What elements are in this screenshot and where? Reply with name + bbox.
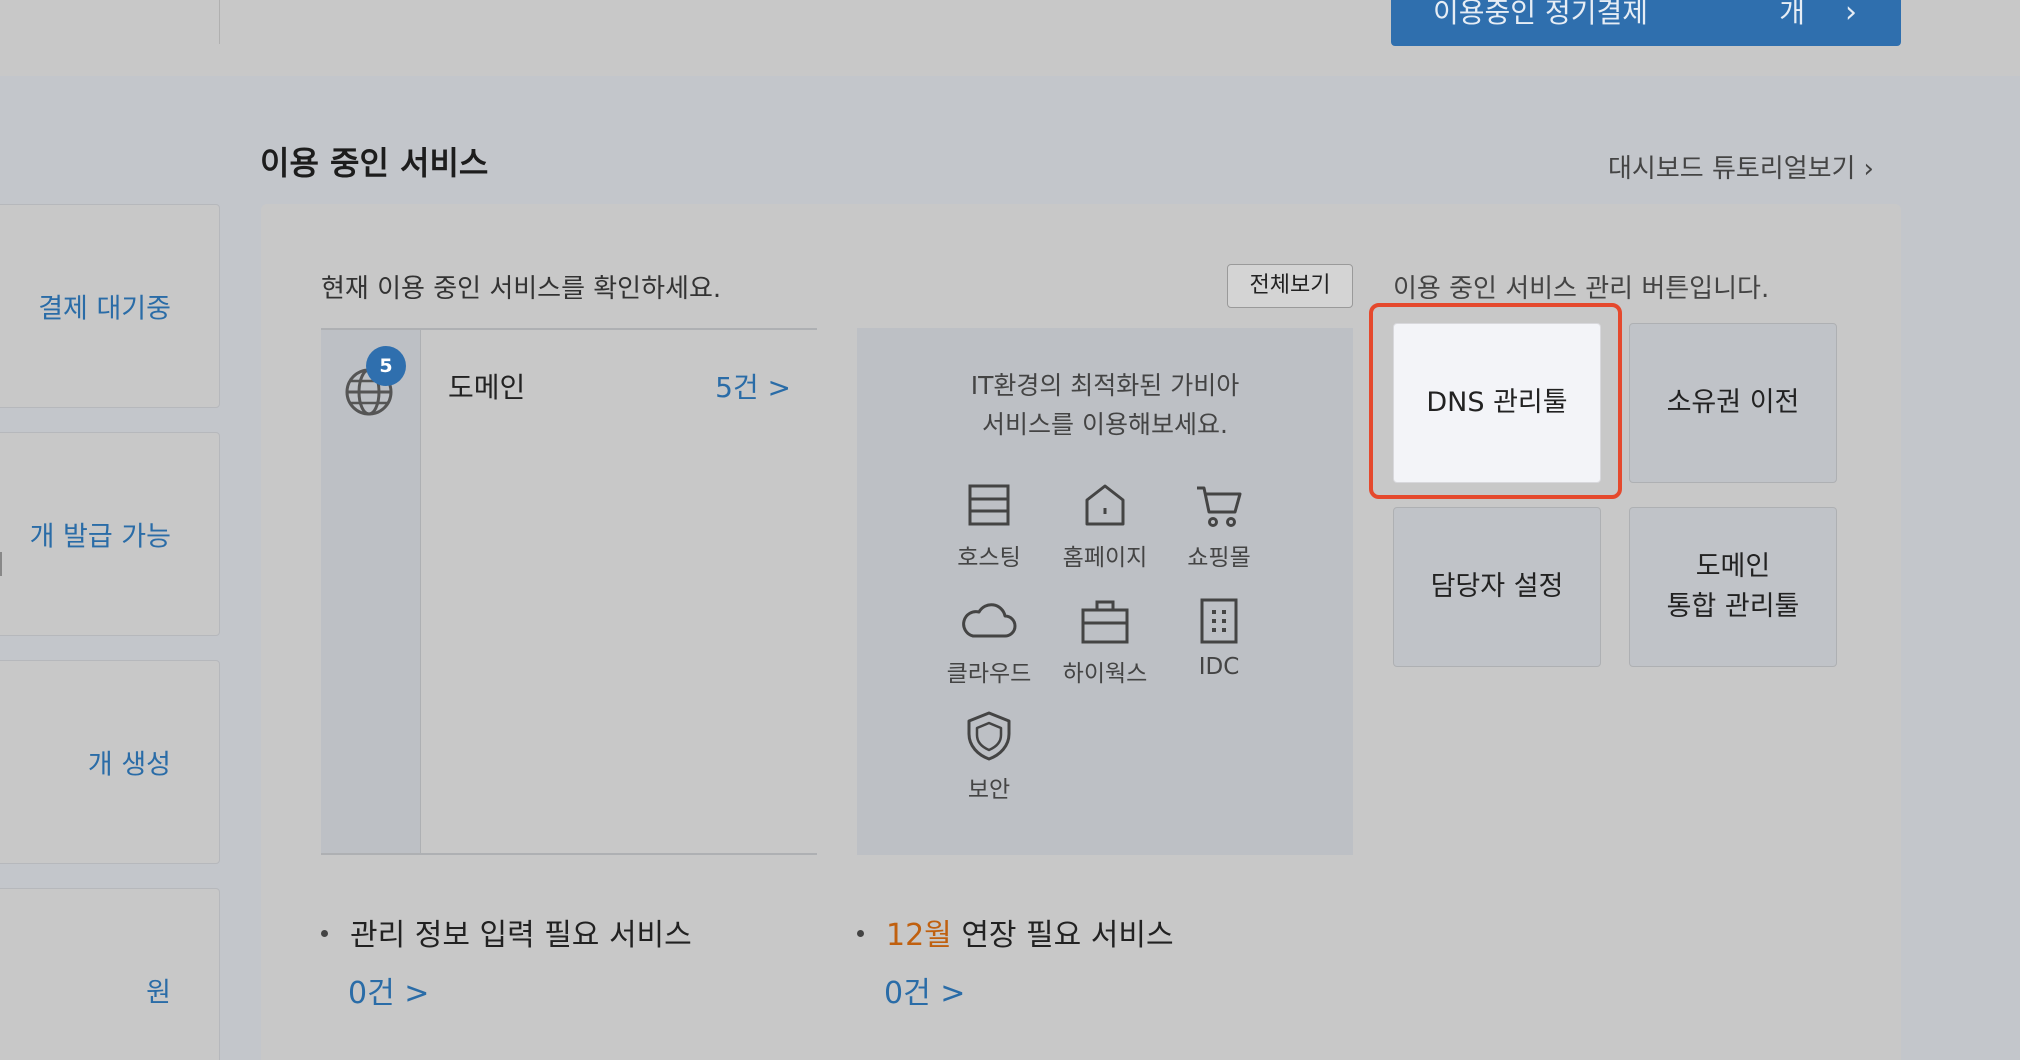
promo-item-label: 호스팅: [957, 545, 1021, 571]
promo-item-label: IDC: [1198, 654, 1240, 680]
service-name-domain: 도메인: [448, 371, 526, 404]
bullet-dot: [857, 930, 864, 937]
promo-item-idc[interactable]: IDC: [1164, 596, 1274, 680]
contact-settings-button[interactable]: 담당자 설정: [1393, 507, 1601, 667]
promo-item-shoppingmall[interactable]: 쇼핑몰: [1164, 480, 1274, 572]
promo-item-label: 하이웍스: [1062, 661, 1148, 687]
ownership-transfer-button[interactable]: 소유권 이전: [1629, 323, 1837, 483]
summary-card-label: 원: [146, 977, 171, 1009]
promo-line-1: IT환경의 최적화된 가비아: [970, 371, 1240, 400]
section-title: 이용 중인 서비스: [260, 144, 489, 182]
hosting-icon: [968, 484, 1010, 526]
services-description: 현재 이용 중인 서비스를 확인하세요.: [321, 274, 722, 304]
top-bar: 이용중인 정기결제 개 ›: [0, 0, 2020, 76]
summary-card-issuable[interactable]: 개 발급 가능: [0, 432, 220, 636]
building-icon: [1200, 598, 1238, 644]
ownership-transfer-label: 소유권 이전: [1666, 387, 1800, 418]
service-count-badge: 5: [366, 346, 406, 386]
promo-item-label: 보안: [967, 777, 1011, 803]
highlight-frame: [1369, 303, 1622, 499]
subscription-count-suffix: 개: [1779, 0, 1805, 29]
promo-item-security[interactable]: 보안: [934, 710, 1044, 804]
promo-item-label: 홈페이지: [1062, 545, 1148, 571]
tutorial-link[interactable]: 대시보드 튜토리얼보기 ›: [1608, 148, 1874, 185]
tutorial-link-label: 대시보드 튜토리얼보기: [1608, 154, 1856, 184]
summary-card-label: 개 생성: [87, 749, 171, 781]
summary-card-created[interactable]: 개 생성: [0, 660, 220, 864]
domain-integrated-label-line1: 도메인: [1695, 551, 1771, 582]
promo-item-label: 클라우드: [946, 661, 1032, 687]
view-all-button[interactable]: 전체보기: [1227, 264, 1353, 308]
bullet-dot: [321, 930, 328, 937]
renewal-month: 12월: [886, 918, 952, 953]
chevron-right-icon: ›: [1863, 154, 1874, 184]
promo-line-2: 서비스를 이용해보세요.: [982, 410, 1228, 439]
info-required-count-link[interactable]: 0건 >: [348, 968, 429, 1012]
shield-icon: [967, 711, 1011, 761]
promo-box: IT환경의 최적화된 가비아 서비스를 이용해보세요. 호스팅 홈페이지 쇼핑몰…: [857, 328, 1353, 855]
renewal-label: 연장 필요 서비스: [951, 918, 1174, 953]
info-required-label: 관리 정보 입력 필요 서비스: [350, 918, 692, 953]
promo-item-cloud[interactable]: 클라우드: [934, 596, 1044, 688]
info-required-heading: 관리 정보 입력 필요 서비스: [321, 910, 692, 954]
renewal-heading: 12월 연장 필요 서비스: [857, 910, 1174, 954]
promo-item-label: 쇼핑몰: [1187, 545, 1251, 571]
promo-item-homepage[interactable]: 홈페이지: [1050, 480, 1160, 572]
summary-card-payment-pending[interactable]: 결제 대기중: [0, 204, 220, 408]
promo-item-hosting[interactable]: 호스팅: [934, 480, 1044, 572]
service-count-link[interactable]: 5건 >: [715, 366, 791, 406]
home-icon: [1085, 484, 1125, 526]
summary-card-label: 결제 대기중: [38, 293, 171, 325]
renewal-count-link[interactable]: 0건 >: [884, 968, 965, 1012]
chevron-right-icon: ›: [1845, 0, 1857, 30]
promo-text: IT환경의 최적화된 가비아 서비스를 이용해보세요.: [857, 366, 1353, 444]
summary-card-label: 개 발급 가능: [29, 521, 171, 553]
cloud-icon: [962, 603, 1017, 638]
promo-item-hiworks[interactable]: 하이웍스: [1050, 596, 1160, 688]
management-description: 이용 중인 서비스 관리 버튼입니다.: [1393, 274, 1770, 304]
contact-settings-label: 담당자 설정: [1430, 571, 1564, 602]
briefcase-icon: [1081, 600, 1129, 644]
domain-integrated-label-line2: 통합 관리툴: [1666, 591, 1800, 622]
subscription-button-label: 이용중인 정기결제: [1433, 0, 1648, 29]
cart-icon: [1197, 486, 1242, 527]
summary-card-amount[interactable]: 원: [0, 888, 220, 1060]
top-divider: [219, 0, 220, 44]
subscription-button[interactable]: 이용중인 정기결제 개 ›: [1391, 0, 1901, 46]
service-icon-column: 5: [321, 330, 421, 853]
scroll-marker: [0, 552, 2, 576]
domain-integrated-management-button[interactable]: 도메인 통합 관리툴: [1629, 507, 1837, 667]
service-list: 5 도메인 5건 >: [321, 328, 817, 855]
